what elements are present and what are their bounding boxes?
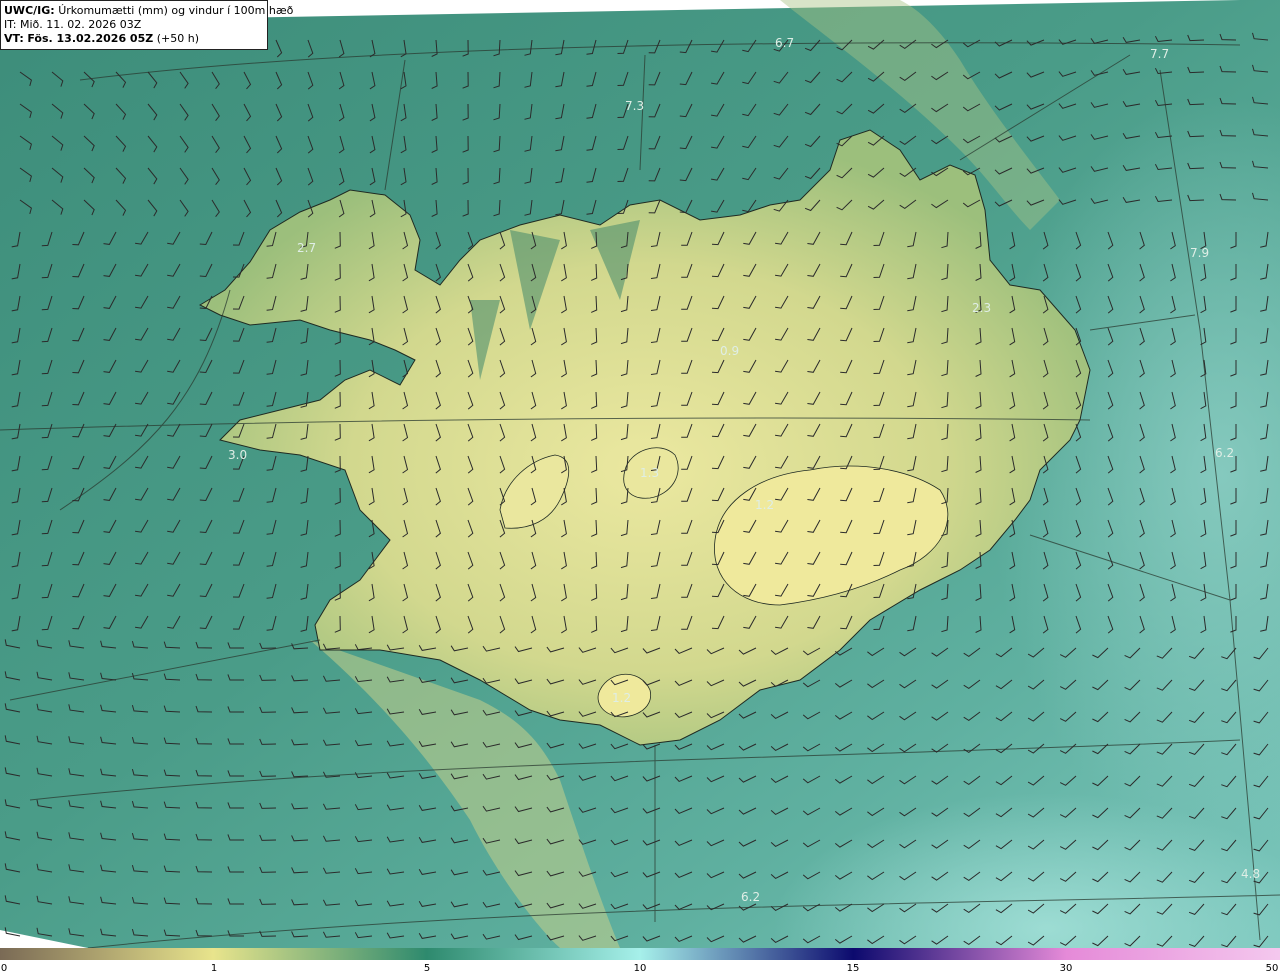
map-info-box: UWC/IG: Úrkomumætti (mm) og vindur í 100…	[0, 0, 293, 50]
lead-time: (+50 h)	[156, 32, 199, 45]
map-value: 0.9	[720, 344, 739, 358]
map-value: 6.7	[775, 36, 794, 50]
colorbar-tick: 10	[633, 963, 647, 974]
colorbar-tick: 30	[1059, 963, 1073, 974]
map-value: 3.0	[228, 448, 247, 462]
title-row: UWC/IG: Úrkomumætti (mm) og vindur í 100…	[4, 4, 293, 18]
valid-label: VT:	[4, 32, 24, 45]
valid-time-row: VT: Fös. 13.02.2026 05Z (+50 h)	[4, 32, 264, 46]
map-value: 1.2	[612, 691, 631, 705]
colorbar-labels: 0 1 5 10 15 30 50	[0, 962, 1280, 978]
map-value: 7.9	[1190, 246, 1209, 260]
map-value: 7.7	[1150, 47, 1169, 61]
map-value: 6.2	[1215, 446, 1234, 460]
map-value: 4.8	[1241, 867, 1260, 881]
map-value: 1.3	[640, 466, 659, 480]
valid-time: Fös. 13.02.2026 05Z	[27, 32, 154, 45]
colorbar-tick: 5	[423, 963, 431, 974]
map-value: 7.3	[625, 99, 644, 113]
map-title: Úrkomumætti (mm) og vindur í 100m hæð	[58, 4, 294, 17]
colorbar-tick: 1	[210, 963, 218, 974]
map-value: 6.2	[741, 890, 760, 904]
map-value: 1.2	[755, 498, 774, 512]
colorbar-tick: 0	[0, 963, 8, 974]
weather-map: 6.7 7.7 7.3 2.7 7.9 2.3 0.9 3.0 6.2 1.2 …	[0, 0, 1280, 948]
colorbar	[0, 948, 1280, 960]
init-time: IT: Mið. 11. 02. 2026 03Z	[4, 18, 142, 31]
map-value: 2.7	[297, 241, 316, 255]
colorbar-tick: 50	[1265, 963, 1279, 974]
model-label: UWC/IG:	[4, 4, 55, 17]
map-value: 2.3	[972, 301, 991, 315]
colorbar-tick: 15	[846, 963, 860, 974]
